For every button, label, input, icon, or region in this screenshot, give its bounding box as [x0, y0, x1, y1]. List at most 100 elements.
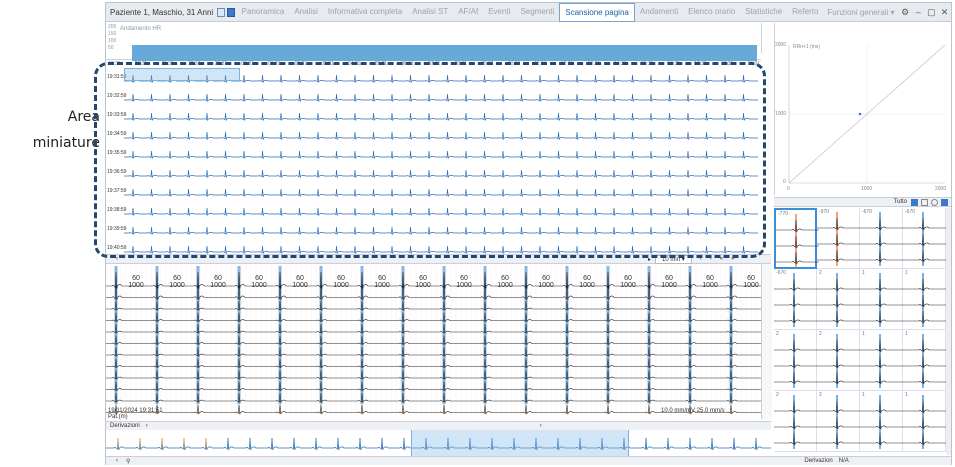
beat-cell-label: -970 [819, 209, 830, 215]
scatter-label: RRn+1 (ms) [793, 44, 821, 50]
hr-trend-panel[interactable]: Andamento HR 200 150 100 50 19:31 20:31 21… [106, 23, 761, 67]
svg-text:1000: 1000 [620, 282, 636, 289]
tab-segmenti[interactable]: Segmenti [515, 3, 559, 22]
beat-cell[interactable]: -670 [860, 208, 903, 269]
svg-text:60: 60 [214, 275, 222, 282]
deriv-prev-icon[interactable]: ‹ [146, 423, 148, 429]
deriv-next-icon[interactable]: › [540, 423, 542, 429]
beat-cell-label: 2 [776, 331, 779, 337]
svg-text:60: 60 [747, 275, 755, 282]
beat-cell-label: 1 [905, 392, 908, 398]
svg-text:60: 60 [296, 275, 304, 282]
gear-icon[interactable]: ⚙ [899, 7, 912, 18]
tab-af-af[interactable]: AF/Af [453, 3, 483, 22]
scatter-x-tick: 2000 [935, 186, 947, 192]
svg-text:1000: 1000 [743, 282, 759, 289]
svg-text:1000: 1000 [169, 282, 185, 289]
beat-cell[interactable]: -670 [903, 208, 946, 269]
hr-y-tick: 150 [108, 31, 117, 37]
beat-cell[interactable]: 2 [774, 330, 817, 391]
annotation-line-1: Area [67, 109, 100, 125]
maximize-icon[interactable]: ▢ [925, 7, 938, 18]
tab-referto[interactable]: Referto [787, 3, 823, 22]
scatter-y-tick: 2000 [775, 42, 787, 48]
svg-text:1000: 1000 [333, 282, 349, 289]
tab-andamenti[interactable]: Andamenti [635, 3, 683, 22]
svg-text:1000: 1000 [210, 282, 226, 289]
svg-text:1000: 1000 [538, 282, 554, 289]
beat-view-icon[interactable] [911, 198, 918, 206]
hr-y-tick: 50 [108, 45, 114, 51]
beat-cell[interactable]: 1 [903, 391, 946, 452]
beat-cell-label: -770 [778, 211, 789, 217]
beat-cell-label: -670 [776, 270, 787, 276]
tab-informativa-completa[interactable]: Informativa completa [323, 3, 407, 22]
svg-text:1000: 1000 [661, 282, 677, 289]
bottom-bar: ‹ ⚲ Derivazion N/A [106, 456, 951, 465]
beat-cell-label: 2 [776, 392, 779, 398]
beat-scrollbar[interactable] [946, 208, 951, 455]
beat-cell[interactable]: 2 [817, 330, 860, 391]
tab-elenco-orario[interactable]: Elenco orario [683, 3, 740, 22]
calendar-icon[interactable] [217, 7, 225, 17]
svg-text:60: 60 [460, 275, 468, 282]
wave-scale: 10.0 mm/mV 25.0 mm/s [661, 408, 725, 414]
hr-y-tick: 200 [108, 24, 117, 30]
svg-text:1000: 1000 [456, 282, 472, 289]
svg-text:60: 60 [501, 275, 509, 282]
wave-side-toolbar[interactable] [761, 264, 772, 419]
tab-panoramica[interactable]: Panoramica [237, 3, 290, 22]
beat-cell[interactable]: 1 [860, 330, 903, 391]
svg-text:60: 60 [624, 275, 632, 282]
beat-cell[interactable]: 2 [817, 269, 860, 330]
tab-scansione-pagina[interactable]: Scansione pagina [559, 2, 635, 22]
hr-y-tick: 100 [108, 38, 117, 44]
overview-selection[interactable] [411, 430, 629, 456]
save-icon[interactable] [226, 7, 235, 17]
svg-text:60: 60 [419, 275, 427, 282]
general-functions-menu[interactable]: Funzioni generali ▾ [823, 8, 898, 17]
tab-analisi[interactable]: Analisi [289, 3, 323, 22]
scatter-x-tick: 0 [787, 186, 790, 192]
beat-grid-icon[interactable] [941, 198, 948, 206]
beat-cell[interactable]: 1 [860, 269, 903, 330]
svg-text:60: 60 [132, 275, 140, 282]
bottom-prev-icon[interactable]: ‹ [116, 458, 118, 464]
annotation-line-2: miniature [32, 135, 100, 151]
beat-square-icon[interactable] [921, 198, 928, 206]
beat-filter-all[interactable]: Tutto [894, 199, 907, 205]
close-icon[interactable]: ✕ [938, 7, 951, 18]
beat-cell-label: 1 [862, 392, 865, 398]
beat-circle-icon[interactable] [931, 198, 938, 206]
svg-text:1000: 1000 [374, 282, 390, 289]
svg-text:60: 60 [173, 275, 181, 282]
beat-cell[interactable]: 2 [817, 391, 860, 452]
derivations-bar: Derivazioni ‹ › [106, 421, 771, 430]
beat-cell[interactable]: 1 [860, 391, 903, 452]
tab-analisi-st[interactable]: Analisi ST [407, 3, 453, 22]
beat-cell[interactable]: 1 [903, 269, 946, 330]
beat-cell-label: -670 [862, 209, 873, 215]
hr-side-controls[interactable] [761, 23, 772, 53]
svg-text:60: 60 [337, 275, 345, 282]
beat-toolbar: Tutto [774, 197, 951, 207]
tab-eventi[interactable]: Eventi [483, 3, 515, 22]
search-icon[interactable]: ⚲ [126, 458, 130, 465]
svg-text:1000: 1000 [292, 282, 308, 289]
beat-cell[interactable]: -670 [774, 269, 817, 330]
beat-cell[interactable]: -770 [774, 208, 819, 269]
minimize-icon[interactable]: – [912, 7, 925, 17]
beat-grid[interactable]: -770 -970 -670 -670 -670 2 1 1 2 2 1 1 2 2 1 1 [774, 208, 946, 455]
tab-statistiche[interactable]: Statistiche [740, 3, 787, 22]
beat-cell[interactable]: 1 [903, 330, 946, 391]
ecg-waveform-view[interactable]: 60 1000 60 1000 60 1000 60 1000 60 1000 60 1000 60 10… [105, 264, 761, 419]
svg-text:1000: 1000 [128, 282, 144, 289]
beat-cell-label: 2 [819, 270, 822, 276]
beat-cell[interactable]: -970 [817, 208, 860, 269]
svg-text:1000: 1000 [579, 282, 595, 289]
beat-cell[interactable]: 2 [774, 391, 817, 452]
miniature-highlight-frame [94, 62, 766, 258]
beat-cell-label: 1 [862, 270, 865, 276]
rr-scatter-plot[interactable]: RRn+1 (ms) 2000 1000 0 0 1000 2000 [774, 23, 951, 195]
hr-trend-title: Andamento HR [120, 26, 162, 32]
